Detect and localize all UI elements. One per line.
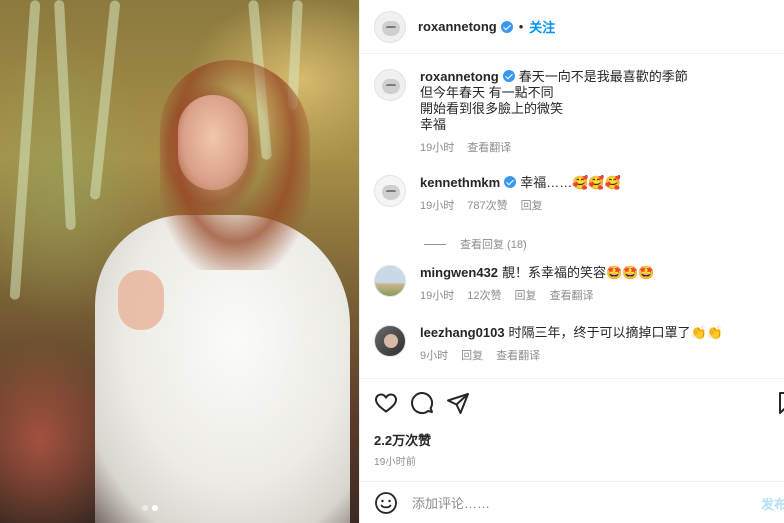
comment-username[interactable]: leezhang0103 [420,325,505,340]
like-count[interactable]: 2.2万次赞 [374,430,431,449]
comment-time[interactable]: 19小时 [420,198,454,214]
post-detail-panel: roxannetong • 关注 roxannetong 春天一向不是我最喜歡的季… [359,0,784,523]
post-actions: 2.2万次赞 19小时前 发布 [360,378,784,523]
avatar[interactable] [374,69,406,101]
divider-line [424,243,446,245]
comment-input[interactable] [412,495,742,511]
view-replies-button[interactable]: 查看回复 (18) [424,236,527,252]
comment-likes[interactable]: 12次赞 [467,288,501,304]
caption-username[interactable]: roxannetong [420,69,499,84]
post-comment-button[interactable]: 发布 [761,494,784,513]
post-photo[interactable] [0,0,359,523]
see-translation-button[interactable]: 查看翻译 [550,288,594,304]
verified-badge-icon [500,20,513,33]
comment-likes[interactable]: 787次赞 [467,198,507,214]
avatar[interactable] [374,265,406,297]
comment-username[interactable]: kennethmkm [420,175,500,190]
reply-button[interactable]: 回复 [461,348,483,364]
add-comment-bar: 发布 [360,481,784,523]
see-translation-button[interactable]: 查看翻译 [467,140,511,156]
reply-button[interactable]: 回复 [521,198,543,214]
carousel-dot-active[interactable] [152,505,158,511]
photo-vine [9,0,41,300]
comment-text: 靚！系幸福的笑容🤩🤩🤩 [502,265,655,280]
avatar[interactable] [374,175,406,207]
heart-icon[interactable] [374,391,398,415]
comment-item: mingwen432 靚！系幸福的笑容🤩🤩🤩 19小时 12次赞 回复 查看翻译 [374,265,780,304]
comment-text: 时隔三年，终于可以摘掉口罩了👏👏 [508,325,723,340]
comments-list[interactable]: roxannetong 春天一向不是我最喜歡的季節 但今年春天 有一點不同 開始看… [360,55,784,378]
verified-badge-icon [504,176,517,188]
view-replies-label: 查看回复 (18) [460,239,527,251]
photo-figure-face [178,95,248,190]
bookmark-icon[interactable] [775,391,784,415]
separator: • [518,19,524,34]
caption-item: roxannetong 春天一向不是我最喜歡的季節 但今年春天 有一點不同 開始看… [374,69,780,156]
caption-line: 開始看到很多臉上的微笑 [420,101,564,116]
avatar[interactable] [374,325,406,357]
comment-icon[interactable] [410,391,434,415]
comment-username[interactable]: mingwen432 [420,265,498,280]
verified-badge-icon [502,70,515,82]
comment-text: 幸福……🥰🥰🥰 [520,175,621,190]
photo-vine [89,0,121,200]
comment-item: leezhang0103 时隔三年，终于可以摘掉口罩了👏👏 9小时 回复 查看翻译 [374,325,780,364]
photo-figure-hand [118,270,164,330]
follow-button[interactable]: 关注 [529,17,555,36]
emoji-icon[interactable] [374,491,398,515]
carousel-indicator [142,505,158,511]
post-header: roxannetong • 关注 [360,0,784,54]
avatar[interactable] [374,10,406,43]
post-time[interactable]: 19小时前 [374,453,416,468]
post-username[interactable]: roxannetong [418,19,497,34]
comment-time[interactable]: 19小时 [420,288,454,304]
photo-vine [53,0,77,231]
caption-line: 但今年春天 有一點不同 [420,85,554,100]
reply-button[interactable]: 回复 [515,288,537,304]
caption-line: 幸福 [420,117,447,132]
see-translation-button[interactable]: 查看翻译 [496,348,540,364]
carousel-dot[interactable] [142,505,148,511]
comment-item: kennethmkm 幸福……🥰🥰🥰 19小时 787次赞 回复 [374,175,780,214]
caption-time[interactable]: 19小时 [420,140,454,156]
comment-time[interactable]: 9小时 [420,348,448,364]
share-icon[interactable] [446,391,470,415]
caption-line: 春天一向不是我最喜歡的季節 [518,69,688,84]
